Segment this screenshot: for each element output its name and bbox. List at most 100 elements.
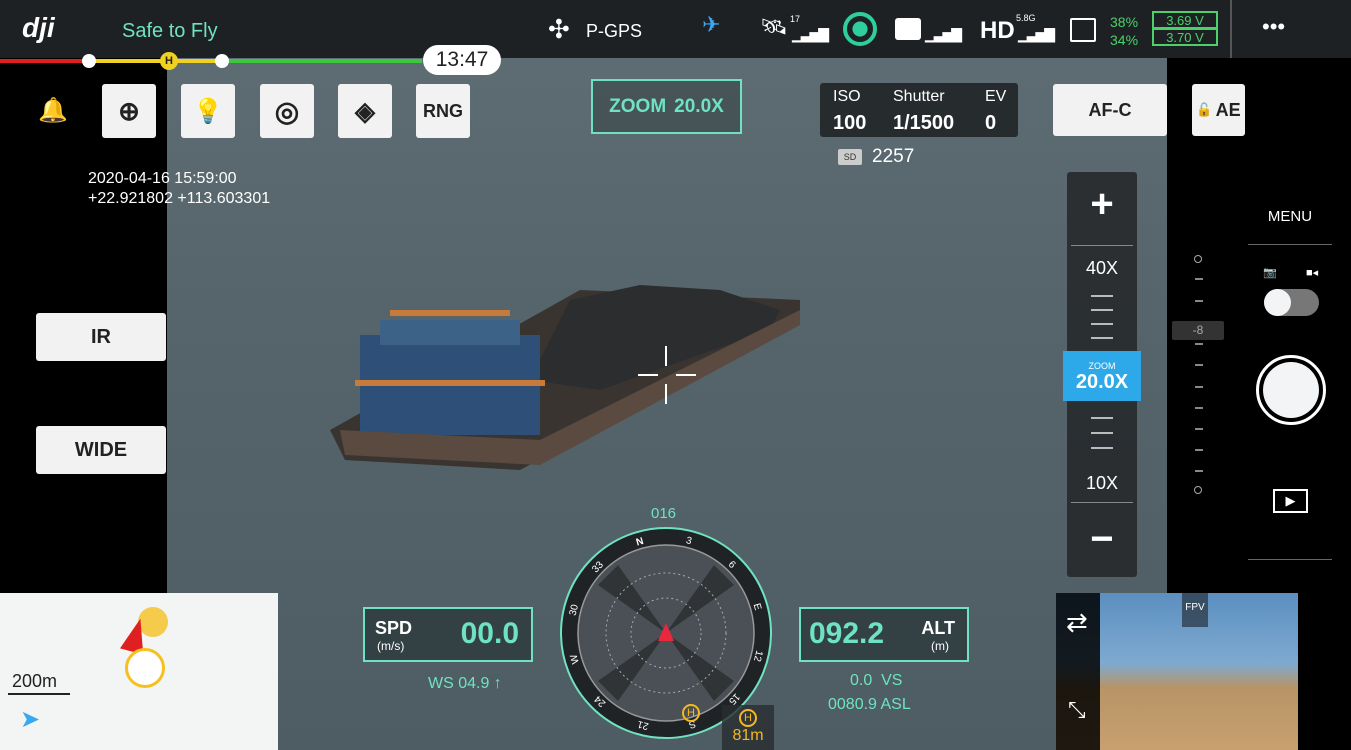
focus-mode-button[interactable]: AF-C xyxy=(1053,84,1167,136)
satellite-icon[interactable]: 🛰 xyxy=(760,14,788,40)
photo-mode-icon: 📷 xyxy=(1263,267,1277,279)
battery-voltage-2: 3.70 V xyxy=(1152,28,1218,46)
pin-point-button[interactable]: ◈ xyxy=(338,84,392,138)
ev-slider-end xyxy=(1194,255,1202,263)
zoom-tick xyxy=(1091,323,1113,325)
wind-speed: WS 04.9 ↑ xyxy=(428,675,502,692)
zoom-handle-label: ZOOM xyxy=(1088,361,1116,371)
battery-bar-critical xyxy=(0,59,90,63)
zoom-tick xyxy=(1091,417,1113,419)
altitude-panel: 092.2 ALT (m) xyxy=(799,607,969,662)
divider xyxy=(1071,245,1133,246)
photo-video-toggle[interactable] xyxy=(1264,289,1319,316)
dji-logo[interactable]: dji xyxy=(22,12,55,44)
home-point-icon: H xyxy=(739,709,757,727)
divider xyxy=(1248,244,1332,245)
zoom-in-button[interactable]: + xyxy=(1067,182,1137,227)
unlock-icon: 🔓 xyxy=(1196,102,1213,117)
hd-label: HD xyxy=(980,17,1015,44)
zoom-tick xyxy=(1091,432,1113,434)
target-focus-button[interactable]: ◎ xyxy=(260,84,314,138)
altitude-label: ALT xyxy=(921,618,955,638)
datetime-overlay: 2020-04-16 15:59:00 xyxy=(88,170,237,187)
zoom-tick xyxy=(1091,295,1113,297)
wide-button[interactable]: WIDE xyxy=(36,426,166,474)
altitude-unit: (m) xyxy=(931,639,949,653)
flight-status[interactable]: Safe to Fly xyxy=(122,20,218,43)
sd-card-icon: SD xyxy=(838,149,862,165)
menu-button[interactable]: MENU xyxy=(1248,208,1332,225)
ev-tick xyxy=(1195,300,1203,302)
home-point-icon: H xyxy=(682,704,700,722)
battery-voltage-1: 3.69 V xyxy=(1152,11,1218,29)
heading-value: 016 xyxy=(651,505,677,522)
zoom-tick xyxy=(1091,447,1113,449)
zoom-max-label: 40X xyxy=(1085,258,1119,278)
vertical-speed: 0.0 VS xyxy=(850,672,903,689)
pilot-location-icon xyxy=(125,648,165,688)
zoom-slider-handle[interactable]: ZOOM 20.0X xyxy=(1063,351,1141,401)
spotlight-button[interactable]: 💡 xyxy=(181,84,235,138)
map-scale: 200m xyxy=(12,671,58,691)
speed-value: 00.0 xyxy=(460,617,519,650)
fpv-view[interactable]: ⇄ ⤡ FPV xyxy=(1056,593,1298,750)
more-menu-button[interactable]: ••• xyxy=(1262,14,1285,40)
iso-value: 100 xyxy=(833,112,867,134)
ev-tick xyxy=(1195,278,1203,280)
notification-bell-icon[interactable]: 🔔 xyxy=(38,96,68,125)
crosshair xyxy=(638,374,658,376)
altitude-value: 092.2 xyxy=(809,617,885,650)
zoom-value: 20.0X xyxy=(674,95,724,117)
shutter-button[interactable] xyxy=(1256,355,1326,425)
ev-label: EV xyxy=(985,88,1007,105)
gps-count: 17 xyxy=(790,14,801,24)
home-return-marker: H xyxy=(160,52,178,70)
ev-value: 0 xyxy=(985,112,997,134)
divider xyxy=(1230,0,1232,58)
ev-slider-end xyxy=(1194,486,1202,494)
fpv-label: FPV xyxy=(1182,593,1208,627)
speed-panel: SPD (m/s) 00.0 xyxy=(363,607,533,662)
obstacle-avoidance-icon[interactable] xyxy=(843,12,877,46)
battery-marker xyxy=(82,54,96,68)
crosshair xyxy=(665,384,667,404)
battery-marker xyxy=(215,54,229,68)
battery-icon[interactable] xyxy=(1070,18,1096,42)
home-distance: 81m xyxy=(732,727,764,744)
playback-button[interactable]: ▶ xyxy=(1273,489,1308,513)
minimize-icon[interactable]: ⤡ xyxy=(1068,697,1086,723)
ev-tick xyxy=(1195,470,1203,472)
ae-lock-label: AE xyxy=(1215,99,1241,120)
remote-controller-icon xyxy=(895,18,921,40)
coords-overlay: +22.921802 +113.603301 xyxy=(88,190,271,207)
ir-button[interactable]: IR xyxy=(36,313,166,361)
shutter-label: Shutter xyxy=(893,88,945,105)
ev-tick xyxy=(1195,343,1203,345)
ev-tick xyxy=(1195,449,1203,451)
ev-slider-handle[interactable]: -8 xyxy=(1172,321,1224,340)
shutter-inner xyxy=(1263,362,1319,418)
divider xyxy=(1248,559,1332,560)
battery-percent-2: 34% xyxy=(1110,32,1139,48)
hd-band: 5.8G xyxy=(1016,13,1036,23)
altitude-asl: 0080.9 ASL xyxy=(828,696,911,713)
signal-bars-icon: ▁▃▅▇ xyxy=(792,26,829,42)
ev-tick xyxy=(1195,386,1203,388)
swap-view-icon[interactable]: ⇄ xyxy=(1066,607,1088,638)
scale-bar xyxy=(8,693,70,695)
zoom-out-button[interactable]: − xyxy=(1067,517,1137,562)
ae-lock-button[interactable]: 🔓 AE xyxy=(1192,84,1245,136)
video-mode-icon: ■◂ xyxy=(1306,267,1319,279)
battery-bar-low xyxy=(90,59,222,63)
rng-button[interactable]: RNG xyxy=(416,84,470,138)
gimbal-mode-button[interactable]: ⊕ xyxy=(102,84,156,138)
flight-mode[interactable]: P-GPS xyxy=(586,21,642,42)
toggle-knob xyxy=(1264,289,1291,316)
zoom-label: ZOOM xyxy=(609,95,667,117)
zoom-tick xyxy=(1091,309,1113,311)
shutter-value: 1/1500 xyxy=(893,112,955,134)
location-arrow-icon[interactable]: ➤ xyxy=(20,705,40,734)
divider xyxy=(1071,502,1133,503)
mini-map[interactable]: 200m ➤ xyxy=(0,593,278,750)
takeoff-signal-icon: ✈ xyxy=(702,12,721,37)
